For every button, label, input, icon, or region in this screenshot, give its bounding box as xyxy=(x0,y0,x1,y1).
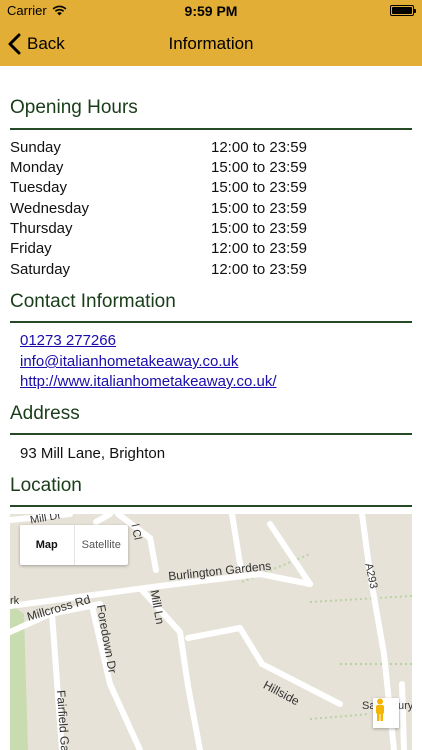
battery-icon xyxy=(390,5,416,16)
address-text: 93 Mill Lane, Brighton xyxy=(20,445,166,462)
phone-link[interactable]: 01273 277266 xyxy=(20,332,116,349)
location-divider xyxy=(10,505,412,507)
contact-divider xyxy=(10,321,412,323)
hours-day: Sunday xyxy=(10,139,61,156)
hours-time: 15:00 to 23:59 xyxy=(211,159,307,176)
contact-title: Contact Information xyxy=(10,291,176,312)
address-divider xyxy=(10,433,412,435)
address-title: Address xyxy=(10,403,80,424)
map-type-map[interactable]: Map xyxy=(20,525,74,565)
status-time: 9:59 PM xyxy=(184,3,238,19)
map-type-satellite[interactable]: Satellite xyxy=(73,525,129,565)
opening-hours-title: Opening Hours xyxy=(10,97,138,118)
hours-time: 12:00 to 23:59 xyxy=(211,240,307,257)
opening-hours-divider xyxy=(10,128,412,130)
hours-row-saturday: Saturday 12:00 to 23:59 xyxy=(10,261,412,281)
hours-row-sunday: Sunday 12:00 to 23:59 xyxy=(10,139,412,159)
hours-time: 15:00 to 23:59 xyxy=(211,200,307,217)
map-label-rk: rk xyxy=(10,595,20,607)
chevron-left-icon xyxy=(8,33,21,55)
hours-day: Tuesday xyxy=(10,179,67,196)
email-link[interactable]: info@italianhometakeaway.co.uk xyxy=(20,353,238,370)
hours-day: Wednesday xyxy=(10,200,89,217)
map-label-ury: ury xyxy=(398,700,412,712)
hours-row-tuesday: Tuesday 15:00 to 23:59 xyxy=(10,179,412,199)
website-link[interactable]: http://www.italianhometakeaway.co.uk/ xyxy=(20,373,277,390)
hours-row-wednesday: Wednesday 15:00 to 23:59 xyxy=(10,200,412,220)
hours-time: 15:00 to 23:59 xyxy=(211,220,307,237)
hours-day: Saturday xyxy=(10,261,71,278)
hours-row-thursday: Thursday 15:00 to 23:59 xyxy=(10,220,412,240)
status-bar: Carrier 9:59 PM xyxy=(0,0,422,22)
hours-time: 15:00 to 23:59 xyxy=(211,179,307,196)
hours-day: Friday xyxy=(10,240,52,257)
location-map[interactable]: Map Satellite Mill Dr l Cl Burlington Ga… xyxy=(10,514,412,750)
hours-time: 12:00 to 23:59 xyxy=(211,139,307,156)
hours-row-friday: Friday 12:00 to 23:59 xyxy=(10,240,412,260)
hours-day: Monday xyxy=(10,159,64,176)
hours-time: 12:00 to 23:59 xyxy=(211,261,307,278)
hours-row-monday: Monday 15:00 to 23:59 xyxy=(10,159,412,179)
location-title: Location xyxy=(10,475,82,496)
back-button[interactable]: Back xyxy=(8,31,65,57)
hours-day: Thursday xyxy=(10,220,73,237)
pegman-icon xyxy=(376,698,384,721)
back-label: Back xyxy=(27,34,65,53)
nav-bar: Back Information xyxy=(0,22,422,66)
pegman-button[interactable] xyxy=(373,698,399,728)
map-type-toggle: Map Satellite xyxy=(20,525,128,565)
